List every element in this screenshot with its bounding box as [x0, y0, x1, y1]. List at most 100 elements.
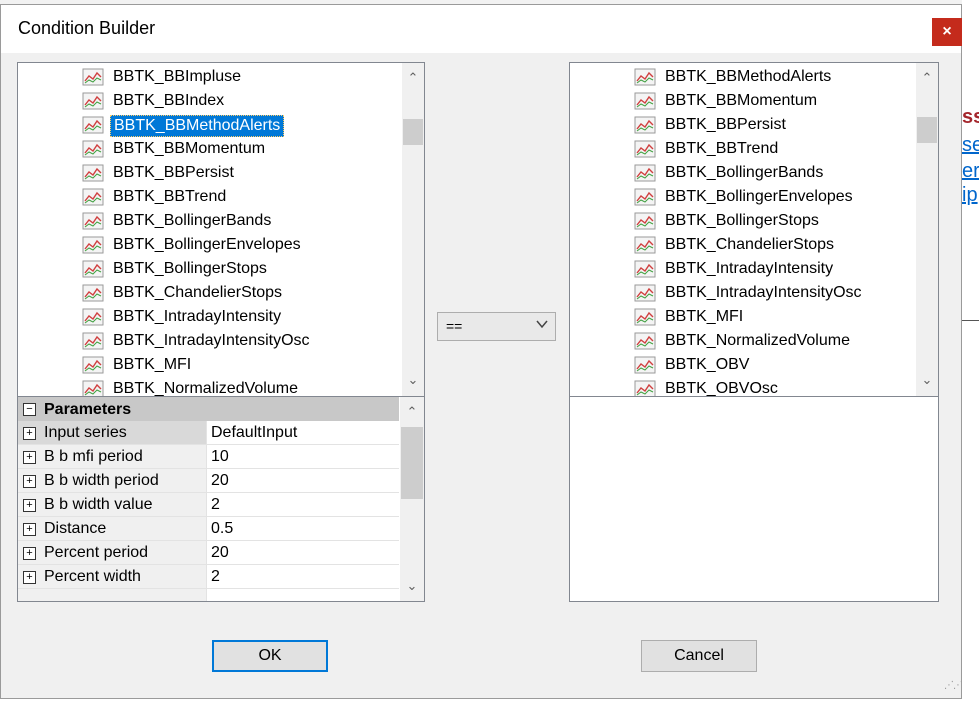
parameter-row-partial: [18, 589, 399, 601]
scroll-up-icon[interactable]: ⌃: [916, 69, 938, 86]
list-item[interactable]: BBTK_BollingerStops: [570, 209, 921, 233]
list-item[interactable]: BBTK_BollingerStops: [18, 257, 407, 281]
indicator-chart-icon: [82, 332, 104, 350]
parameter-value[interactable]: DefaultInput: [211, 424, 297, 442]
parameter-value[interactable]: 2: [211, 496, 220, 514]
parameter-value[interactable]: 20: [211, 472, 229, 490]
parameter-value[interactable]: 0.5: [211, 520, 233, 538]
parameter-row[interactable]: + B b mfi period 10: [18, 445, 399, 469]
list-item-label: BBTK_BBMethodAlerts: [665, 68, 832, 85]
right-parameters-panel: [569, 396, 939, 602]
list-item[interactable]: BBTK_BollingerBands: [18, 209, 407, 233]
scroll-up-icon[interactable]: ⌃: [402, 69, 424, 86]
list-item[interactable]: BBTK_IntradayIntensityOsc: [18, 329, 407, 353]
list-item-label: BBTK_BollingerEnvelopes: [665, 188, 853, 205]
expand-icon[interactable]: +: [23, 427, 36, 440]
collapse-icon[interactable]: −: [23, 403, 36, 416]
expand-icon[interactable]: +: [23, 475, 36, 488]
list-item-label: BBTK_BBImpluse: [113, 68, 242, 85]
parameter-row[interactable]: + B b width period 20: [18, 469, 399, 493]
expand-icon[interactable]: +: [23, 523, 36, 536]
list-item[interactable]: BBTK_NormalizedVolume: [18, 377, 407, 396]
list-item-label: BBTK_BBMethodAlerts: [110, 115, 285, 137]
list-item[interactable]: BBTK_MFI: [570, 305, 921, 329]
scroll-down-icon[interactable]: ⌄: [402, 371, 424, 388]
list-item[interactable]: BBTK_BBMomentum: [570, 89, 921, 113]
list-item[interactable]: BBTK_BBImpluse: [18, 65, 407, 89]
list-item[interactable]: BBTK_BollingerEnvelopes: [18, 233, 407, 257]
list-item[interactable]: BBTK_ChandelierStops: [570, 233, 921, 257]
right-list-scrollbar[interactable]: ⌃ ⌄: [916, 63, 938, 396]
list-item-label: BBTK_ChandelierStops: [665, 236, 834, 253]
parameter-value[interactable]: 2: [211, 568, 220, 586]
list-item[interactable]: BBTK_BBPersist: [18, 161, 407, 185]
parameter-row[interactable]: + Percent period 20: [18, 541, 399, 565]
parameter-row[interactable]: + Distance 0.5: [18, 517, 399, 541]
parameters-scrollbar[interactable]: ⌃ ⌄: [400, 397, 424, 601]
background-link[interactable]: ip: [962, 184, 978, 207]
parameters-header-label: Parameters: [44, 401, 132, 418]
expand-icon[interactable]: +: [23, 547, 36, 560]
right-indicator-list[interactable]: BBTK_BBMethodAlerts BBTK_BBMomentum BBTK_B…: [569, 62, 939, 397]
list-item-label: BBTK_BBIndex: [113, 92, 225, 109]
scroll-down-icon[interactable]: ⌄: [400, 577, 424, 594]
chevron-down-icon: [535, 317, 549, 334]
background-link[interactable]: er: [962, 160, 979, 183]
parameter-row[interactable]: + B b width value 2: [18, 493, 399, 517]
list-item[interactable]: BBTK_BBTrend: [18, 185, 407, 209]
close-button[interactable]: ×: [932, 18, 962, 46]
indicator-chart-icon: [634, 140, 656, 158]
parameter-row[interactable]: + Percent width 2: [18, 565, 399, 589]
list-item-label: BBTK_BollingerStops: [113, 260, 267, 277]
dialog-title: Condition Builder: [18, 18, 156, 38]
scroll-thumb[interactable]: [403, 119, 423, 145]
parameter-value[interactable]: 10: [211, 448, 229, 466]
scroll-down-icon[interactable]: ⌄: [916, 371, 938, 388]
expand-icon[interactable]: +: [23, 571, 36, 584]
resize-grip-icon[interactable]: ⋰⋰: [944, 680, 975, 705]
parameter-name-cell: + Input series: [18, 421, 207, 444]
parameter-name-cell: + B b width period: [18, 469, 207, 492]
parameter-name-cell: + Distance: [18, 517, 207, 540]
indicator-chart-icon: [82, 380, 104, 396]
scroll-thumb[interactable]: [401, 427, 423, 499]
list-item[interactable]: BBTK_BollingerEnvelopes: [570, 185, 921, 209]
expand-icon[interactable]: +: [23, 499, 36, 512]
parameters-grid[interactable]: − Parameters + Input series DefaultInput + B…: [17, 396, 425, 602]
list-item-label: BBTK_NormalizedVolume: [113, 380, 298, 396]
list-item[interactable]: BBTK_NormalizedVolume: [570, 329, 921, 353]
indicator-chart-icon: [634, 284, 656, 302]
list-item[interactable]: BBTK_BBMethodAlerts: [570, 65, 921, 89]
parameter-name: B b width value: [44, 496, 153, 513]
list-item[interactable]: BBTK_BBPersist: [570, 113, 921, 137]
list-item[interactable]: BBTK_OBV: [570, 353, 921, 377]
left-indicator-list[interactable]: BBTK_BBImpluse BBTK_BBIndex BBTK_BBMethodA…: [17, 62, 425, 397]
left-list-items: BBTK_BBImpluse BBTK_BBIndex BBTK_BBMethodA…: [18, 63, 407, 396]
expand-icon[interactable]: +: [23, 451, 36, 464]
scroll-thumb[interactable]: [917, 117, 937, 143]
list-item[interactable]: BBTK_BBMethodAlerts: [18, 113, 407, 137]
parameters-header[interactable]: − Parameters: [18, 397, 399, 421]
background-link[interactable]: se: [962, 134, 979, 157]
list-item[interactable]: BBTK_ChandelierStops: [18, 281, 407, 305]
parameter-value[interactable]: 20: [211, 544, 229, 562]
list-item[interactable]: BBTK_MFI: [18, 353, 407, 377]
list-item[interactable]: BBTK_OBVOsc: [570, 377, 921, 396]
list-item[interactable]: BBTK_BBTrend: [570, 137, 921, 161]
operator-dropdown[interactable]: ==: [437, 312, 556, 341]
list-item[interactable]: BBTK_IntradayIntensityOsc: [570, 281, 921, 305]
cancel-button[interactable]: Cancel: [641, 640, 757, 672]
ok-button[interactable]: OK: [212, 640, 328, 672]
background-window-bottom: [0, 699, 979, 711]
parameter-name: B b width period: [44, 472, 159, 489]
list-item[interactable]: BBTK_BBIndex: [18, 89, 407, 113]
left-list-scrollbar[interactable]: ⌃ ⌄: [402, 63, 424, 396]
scroll-up-icon[interactable]: ⌃: [400, 403, 424, 420]
indicator-chart-icon: [82, 164, 104, 182]
list-item[interactable]: BBTK_IntradayIntensity: [570, 257, 921, 281]
list-item-label: BBTK_BollingerBands: [665, 164, 824, 181]
parameter-row[interactable]: + Input series DefaultInput: [18, 421, 399, 445]
list-item[interactable]: BBTK_IntradayIntensity: [18, 305, 407, 329]
list-item[interactable]: BBTK_BBMomentum: [18, 137, 407, 161]
list-item[interactable]: BBTK_BollingerBands: [570, 161, 921, 185]
